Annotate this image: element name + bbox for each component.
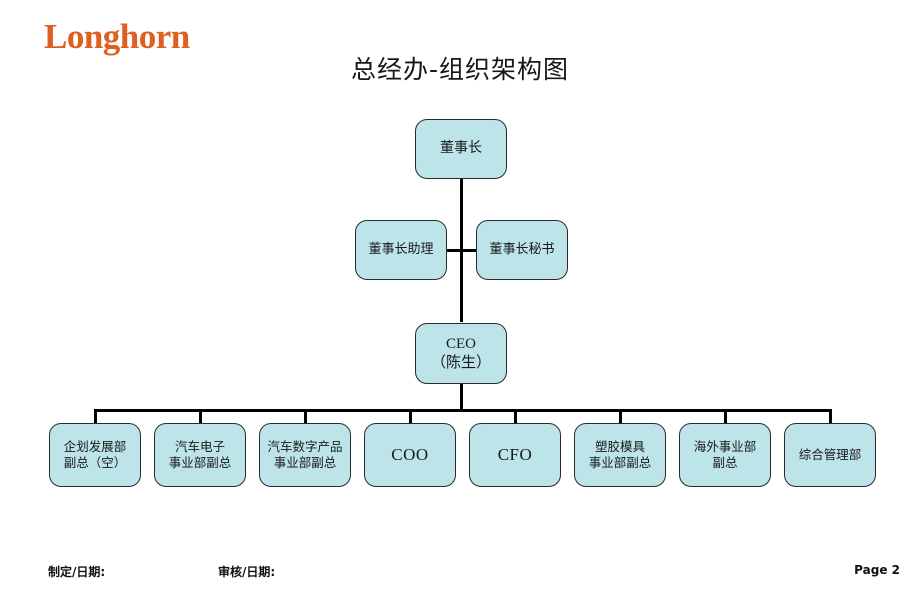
node-auto-digital-label: 汽车数字产品 事业部副总 bbox=[267, 439, 343, 470]
connector-drop-plastic-mold bbox=[619, 409, 622, 423]
slide-canvas: Longhorn 总经办-组织架构图 董事长 董事长助理 董事长秘书 CEO （… bbox=[0, 0, 920, 614]
footer-prepared-by-date: 制定/日期: bbox=[48, 565, 106, 579]
connector-drop-auto-digital bbox=[304, 409, 307, 423]
node-auto-digital[interactable]: 汽车数字产品 事业部副总 bbox=[259, 423, 351, 487]
node-chairman-secretary[interactable]: 董事长秘书 bbox=[476, 220, 568, 280]
org-chart: 董事长 董事长助理 董事长秘书 CEO （陈生） 企划发展部 副总（空） 汽车电… bbox=[0, 0, 920, 614]
connector-ceo-down bbox=[460, 384, 463, 410]
connector-drop-overseas bbox=[724, 409, 727, 423]
node-planning-dev-label: 企划发展部 副总（空） bbox=[63, 439, 127, 470]
node-ceo[interactable]: CEO （陈生） bbox=[415, 323, 507, 384]
node-coo[interactable]: COO bbox=[364, 423, 456, 487]
connector-drop-auto-electronics bbox=[199, 409, 202, 423]
connector-drop-general-mgmt bbox=[829, 409, 832, 423]
node-chairman-assistant[interactable]: 董事长助理 bbox=[355, 220, 447, 280]
footer-page-number: Page 2 bbox=[854, 563, 900, 577]
node-general-mgmt-label: 综合管理部 bbox=[798, 447, 862, 463]
connector-drop-cfo bbox=[514, 409, 517, 423]
node-chairman[interactable]: 董事长 bbox=[415, 119, 507, 179]
node-overseas-label: 海外事业部 副总 bbox=[693, 439, 757, 470]
node-auto-electronics[interactable]: 汽车电子 事业部副总 bbox=[154, 423, 246, 487]
node-coo-label: COO bbox=[391, 445, 429, 465]
footer-reviewed-by-date: 审核/日期: bbox=[218, 565, 276, 579]
connector-department-bus bbox=[95, 409, 832, 412]
node-chairman-secretary-label: 董事长秘书 bbox=[489, 241, 555, 257]
node-general-mgmt[interactable]: 综合管理部 bbox=[784, 423, 876, 487]
node-cfo-label: CFO bbox=[497, 445, 533, 465]
node-overseas[interactable]: 海外事业部 副总 bbox=[679, 423, 771, 487]
node-ceo-label: CEO （陈生） bbox=[430, 335, 491, 371]
node-plastic-mold[interactable]: 塑胶模具 事业部副总 bbox=[574, 423, 666, 487]
node-cfo[interactable]: CFO bbox=[469, 423, 561, 487]
connector-drop-coo bbox=[409, 409, 412, 423]
node-chairman-label: 董事长 bbox=[440, 140, 482, 157]
node-plastic-mold-label: 塑胶模具 事业部副总 bbox=[588, 439, 652, 470]
node-chairman-assistant-label: 董事长助理 bbox=[368, 241, 434, 257]
connector-drop-planning-dev bbox=[94, 409, 97, 423]
node-planning-dev[interactable]: 企划发展部 副总（空） bbox=[49, 423, 141, 487]
node-auto-electronics-label: 汽车电子 事业部副总 bbox=[168, 439, 232, 470]
connector-staff-bar bbox=[447, 249, 476, 252]
